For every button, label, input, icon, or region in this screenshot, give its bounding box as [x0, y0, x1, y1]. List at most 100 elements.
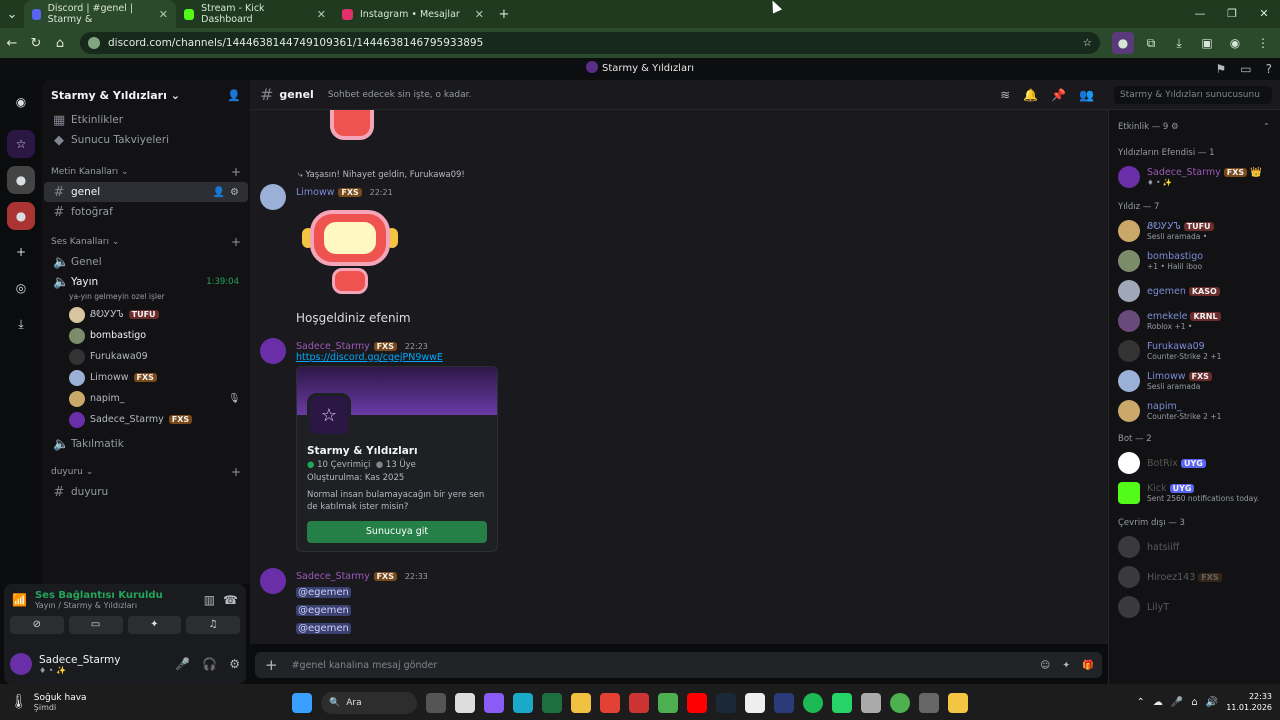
extension-icon[interactable]: ⧉ — [1140, 32, 1162, 54]
message-author[interactable]: Sadece_Starmy — [296, 571, 370, 582]
voice-channel-genel[interactable]: 🔈 Genel — [44, 252, 248, 272]
apps-icon[interactable]: ✦ — [1062, 660, 1070, 671]
copilot-icon[interactable] — [484, 693, 504, 713]
activities-icon[interactable]: ✦ — [127, 616, 182, 634]
back-icon[interactable]: ← — [0, 36, 24, 51]
bell-icon[interactable]: 🔔 — [1023, 88, 1038, 102]
close-tab-icon[interactable]: ✕ — [317, 8, 326, 21]
voice-channel-yayin[interactable]: 🔈 Yayın 1:39:04 — [44, 272, 248, 292]
member-item[interactable]: Furukawa09 Counter-Strike 2 +1 — [1109, 336, 1280, 366]
sidebar-item-boosts[interactable]: ◆ Sunucu Takviyeleri — [44, 130, 248, 150]
voice-channel-takilmatik[interactable]: 🔈 Takılmatik — [44, 434, 248, 454]
close-window-icon[interactable]: ✕ — [1248, 0, 1280, 28]
member-item[interactable]: Sadece_Starmy FXS 👑 ♦ • ✨ — [1109, 162, 1280, 192]
add-channel-icon[interactable]: + — [231, 465, 241, 479]
tab-discord[interactable]: Discord | #genel | Starmy & ✕ — [24, 0, 176, 28]
chevron-up-icon[interactable]: ⌃ — [1263, 118, 1270, 136]
channel-genel[interactable]: # genel 👤 ⚙ — [44, 182, 248, 202]
server-icon-starmy[interactable]: ☆ — [7, 130, 35, 158]
join-server-button[interactable]: Sunucuya git — [307, 521, 487, 543]
download-apps-icon[interactable]: ⤓ — [7, 310, 35, 338]
youtube-icon[interactable] — [687, 693, 707, 713]
mic-tray-icon[interactable]: 🎤 — [1171, 697, 1183, 708]
microphone-icon[interactable]: 🎤 — [175, 657, 190, 671]
soundboard-icon[interactable]: ♫ — [186, 616, 240, 634]
network-icon[interactable]: ⌂ — [1191, 697, 1197, 708]
tab-list-icon[interactable]: ⌄ — [0, 7, 24, 22]
avatar[interactable] — [260, 568, 286, 594]
app-icon[interactable] — [745, 693, 765, 713]
app-icon[interactable] — [629, 693, 649, 713]
windows-start-icon[interactable] — [292, 693, 312, 713]
member-list-icon[interactable]: 👥 — [1079, 88, 1094, 102]
pin-icon[interactable]: 📌 — [1051, 88, 1066, 102]
explorer-icon[interactable] — [571, 693, 591, 713]
translate-icon[interactable]: ▣ — [1196, 32, 1218, 54]
notepad-icon[interactable] — [455, 693, 475, 713]
gear-icon[interactable]: ⚙ — [230, 187, 239, 198]
user-mention[interactable]: @egemen — [296, 587, 351, 598]
reply-preview[interactable]: ⤷ Yaşasın! Nihayet geldin, Furukawa09! — [298, 170, 465, 180]
member-item[interactable]: ᏰᎧᎩᎩᏖ TUFU Sesli aramada • — [1109, 216, 1280, 246]
discover-icon[interactable]: ◎ — [7, 274, 35, 302]
app-icon[interactable] — [774, 693, 794, 713]
volume-icon[interactable]: 🔊 — [1206, 697, 1218, 708]
server-icon-2[interactable]: ● — [7, 166, 35, 194]
help-icon[interactable]: ? — [1266, 58, 1272, 80]
attach-plus-icon[interactable]: + — [265, 656, 278, 674]
member-item[interactable]: Hiroez143 FXS — [1109, 562, 1280, 592]
category-duyuru[interactable]: duyuru ⌄ + — [42, 462, 250, 482]
download-icon[interactable]: ⤓ — [1168, 32, 1190, 54]
headphones-icon[interactable]: 🎧 — [202, 657, 217, 671]
url-field[interactable]: discord.com/channels/1444638144749109361… — [80, 32, 1100, 54]
noise-suppression-icon[interactable]: ▥ — [204, 593, 215, 607]
profile-icon[interactable]: ● — [1112, 32, 1134, 54]
invite-link[interactable]: https://discord.gg/cgejPN9wwE — [296, 352, 443, 363]
steam-icon[interactable] — [716, 693, 736, 713]
member-item[interactable]: emekele KRNL Roblox +1 • — [1109, 306, 1280, 336]
minimize-icon[interactable]: — — [1184, 0, 1216, 28]
new-tab-button[interactable]: + — [492, 7, 516, 22]
task-view-icon[interactable] — [426, 693, 446, 713]
star-icon[interactable]: ☆ — [1083, 37, 1092, 49]
inbox-icon[interactable]: ▭ — [1240, 58, 1251, 80]
threads-icon[interactable]: ≋ — [1000, 88, 1010, 102]
taskbar-search[interactable]: 🔍 Ara — [321, 692, 417, 714]
avatar[interactable] — [260, 338, 286, 364]
weather-widget[interactable]: 🌡 Soğuk hava Şimdi — [0, 693, 200, 712]
add-server-icon[interactable]: + — [7, 238, 35, 266]
close-tab-icon[interactable]: ✕ — [159, 8, 168, 21]
category-voice[interactable]: Ses Kanalları ⌄ + — [42, 232, 250, 252]
voice-user[interactable]: napim_ 🎙 — [42, 388, 250, 409]
chrome-active-icon[interactable] — [890, 693, 910, 713]
member-item[interactable]: Kick UYG Sent 2560 notifications today. — [1109, 478, 1280, 508]
app-icon[interactable] — [861, 693, 881, 713]
message-author[interactable]: Limoww — [296, 187, 335, 198]
disconnect-icon[interactable]: ☎ — [223, 593, 238, 607]
menu-icon[interactable]: ⋮ — [1252, 32, 1274, 54]
app-icon[interactable] — [948, 693, 968, 713]
gear-icon[interactable]: ⚙ — [229, 657, 240, 671]
user-mention[interactable]: @egemen — [296, 623, 351, 634]
avatar[interactable] — [260, 184, 286, 210]
home-icon[interactable]: ⌂ — [48, 36, 72, 51]
message-composer[interactable]: + #genel kanalına mesaj gönder ☺ ✦ 🎁 — [255, 652, 1102, 678]
app-icon[interactable] — [919, 693, 939, 713]
message-author[interactable]: Sadece_Starmy — [296, 341, 370, 352]
member-item[interactable]: egemen KASO — [1109, 276, 1280, 306]
invite-people-icon[interactable]: 👤 — [227, 89, 241, 102]
member-item[interactable]: bombastigo +1 • Halil iboo — [1109, 246, 1280, 276]
voice-user[interactable]: Limoww FXS — [42, 367, 250, 388]
avatar[interactable] — [10, 653, 32, 675]
maximize-icon[interactable]: ❐ — [1216, 0, 1248, 28]
close-tab-icon[interactable]: ✕ — [475, 8, 484, 21]
site-info-icon[interactable] — [88, 37, 100, 49]
edge-icon[interactable] — [513, 693, 533, 713]
search-input[interactable]: Starmy & Yıldızları sunucusunu ara — [1114, 86, 1272, 118]
tray-chevron-icon[interactable]: ⌃ — [1137, 697, 1145, 708]
camera-off-icon[interactable]: ⊘ — [10, 616, 64, 634]
add-channel-icon[interactable]: + — [231, 165, 241, 179]
chrome-icon[interactable] — [600, 693, 620, 713]
excel-icon[interactable] — [542, 693, 562, 713]
server-header[interactable]: Starmy & Yıldızları ⌄ 👤 — [42, 80, 250, 110]
